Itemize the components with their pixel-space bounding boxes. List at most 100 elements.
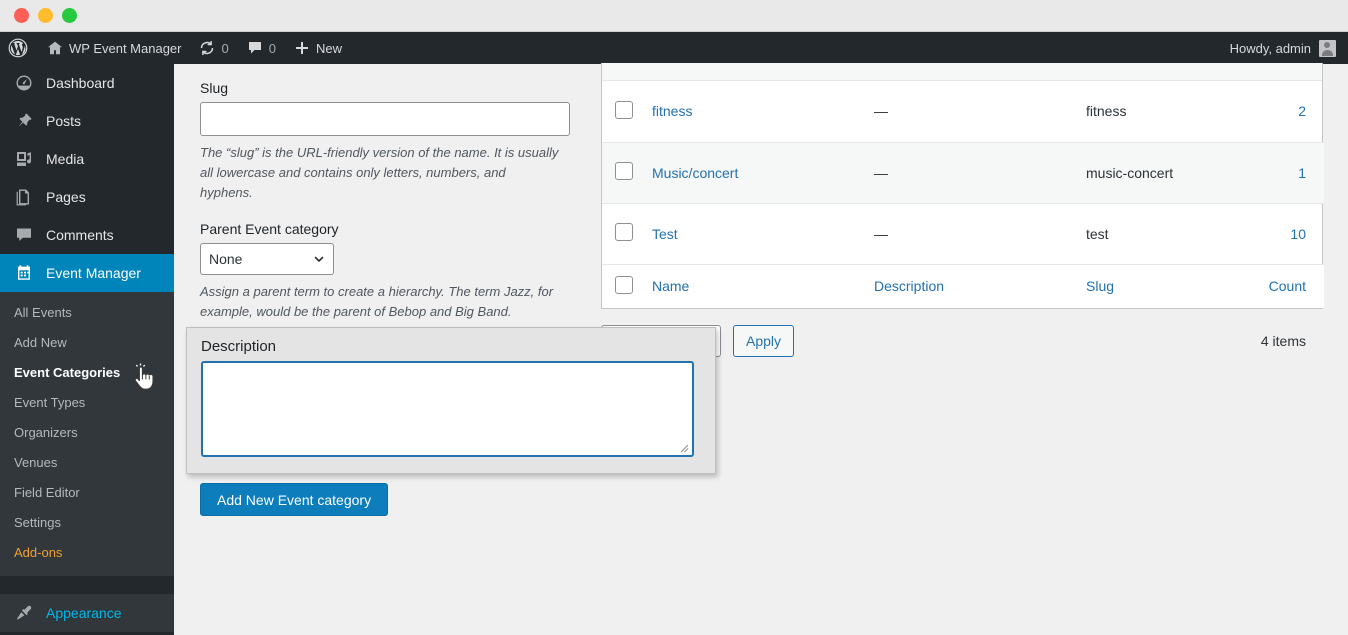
close-window-button[interactable]: [14, 8, 29, 23]
sidebar-item-event-manager[interactable]: Event Manager: [0, 254, 174, 292]
sidebar-item-label: Dashboard: [46, 75, 115, 91]
row-checkbox[interactable]: [615, 100, 633, 119]
main-content: Slug The “slug” is the URL-friendly vers…: [174, 63, 1348, 635]
row-checkbox-cell[interactable]: [602, 142, 652, 204]
home-icon: [47, 40, 63, 56]
table-row[interactable]: Test — test 10: [602, 203, 1324, 265]
pages-icon: [14, 188, 34, 206]
items-count-label: 4 items: [1260, 333, 1306, 349]
updates-icon: [199, 40, 215, 56]
app-window: WP Event Manager 0 0 New Howdy, admin Da…: [0, 0, 1348, 635]
sidebar-item-appearance[interactable]: Appearance: [0, 594, 174, 632]
sidebar-item-posts[interactable]: Posts: [0, 102, 174, 140]
sidebar-item-dashboard[interactable]: Dashboard: [0, 64, 174, 102]
updates-menu[interactable]: 0: [190, 32, 237, 64]
category-name-link[interactable]: fitness: [652, 103, 692, 119]
submenu-item-field-editor[interactable]: Field Editor: [0, 478, 174, 508]
slug-input[interactable]: [200, 102, 570, 136]
sidebar-item-comments[interactable]: Comments: [0, 216, 174, 254]
description-textarea[interactable]: [201, 361, 694, 457]
category-count-link[interactable]: 10: [1290, 226, 1306, 242]
apply-button[interactable]: Apply: [733, 325, 795, 357]
wp-admin-bar: WP Event Manager 0 0 New Howdy, admin: [0, 32, 1348, 64]
site-name-label: WP Event Manager: [69, 40, 182, 56]
column-header-slug[interactable]: Slug: [1086, 278, 1114, 294]
add-category-form: Slug The “slug” is the URL-friendly vers…: [200, 80, 596, 322]
sidebar-item-label: Event Manager: [46, 265, 141, 281]
category-slug: fitness: [1086, 81, 1256, 143]
new-content-menu[interactable]: New: [285, 32, 351, 64]
parent-category-select[interactable]: None: [200, 243, 334, 275]
table-top-spacer: [602, 63, 1322, 81]
sidebar-item-label: Media: [46, 151, 85, 167]
row-checkbox[interactable]: [615, 223, 633, 241]
admin-sidebar: Dashboard Posts Media Pages Comments Eve…: [0, 64, 174, 635]
column-header-count[interactable]: Count: [1269, 278, 1306, 294]
comments-count: 0: [268, 40, 276, 56]
category-name-link[interactable]: Music/concert: [652, 165, 738, 181]
sidebar-item-label: Comments: [46, 227, 114, 243]
slug-label: Slug: [200, 80, 229, 96]
submenu-item-organizers[interactable]: Organizers: [0, 418, 174, 448]
category-slug: test: [1086, 203, 1256, 265]
new-label: New: [315, 40, 342, 56]
slug-help-text: The “slug” is the URL-friendly version o…: [200, 145, 559, 200]
category-count-link[interactable]: 2: [1298, 103, 1306, 119]
maximize-window-button[interactable]: [62, 8, 77, 23]
wordpress-logo-menu[interactable]: [0, 32, 38, 64]
media-icon: [14, 150, 34, 168]
updates-count: 0: [221, 40, 229, 56]
minimize-window-button[interactable]: [38, 8, 53, 23]
comment-bubble-icon: [247, 40, 263, 56]
column-header-description[interactable]: Description: [874, 278, 944, 294]
comments-menu[interactable]: 0: [238, 32, 285, 64]
table-row[interactable]: fitness — fitness 2: [602, 81, 1324, 143]
add-new-event-category-button[interactable]: Add New Event category: [200, 483, 389, 516]
description-highlight-panel: Description: [186, 327, 716, 474]
comment-icon: [14, 226, 34, 244]
resize-handle-icon[interactable]: [677, 441, 689, 453]
paintbrush-icon: [14, 604, 34, 622]
sidebar-item-media[interactable]: Media: [0, 140, 174, 178]
sidebar-item-label: Appearance: [46, 605, 122, 621]
column-header-name[interactable]: Name: [652, 278, 689, 294]
pin-icon: [14, 112, 34, 130]
row-checkbox[interactable]: [615, 162, 633, 180]
submenu-item-all-events[interactable]: All Events: [0, 298, 174, 328]
parent-category-value: None: [209, 251, 243, 267]
dashboard-icon: [14, 74, 34, 92]
sidebar-item-pages[interactable]: Pages: [0, 178, 174, 216]
plus-icon: [294, 40, 310, 56]
table-row[interactable]: Music/concert — music-concert 1: [602, 142, 1324, 204]
site-name-menu[interactable]: WP Event Manager: [38, 32, 190, 64]
window-titlebar: [0, 0, 1348, 32]
wordpress-icon: [8, 38, 28, 58]
calendar-icon: [14, 264, 34, 282]
row-checkbox-cell[interactable]: [602, 81, 652, 143]
sidebar-item-label: Posts: [46, 113, 82, 129]
table-footer-row: Name Description Slug Count: [602, 263, 1324, 308]
select-all-checkbox[interactable]: [615, 275, 633, 294]
chevron-down-icon: [313, 253, 325, 265]
sidebar-main-menu: Dashboard Posts Media Pages Comments Eve…: [0, 64, 174, 292]
parent-help-text: Assign a parent term to create a hierarc…: [200, 284, 554, 319]
category-description: —: [874, 81, 1086, 143]
description-label: Description: [201, 338, 277, 355]
select-all-cell[interactable]: [602, 263, 652, 308]
category-description: —: [874, 142, 1086, 204]
category-name-link[interactable]: Test: [652, 226, 678, 242]
event-manager-submenu: All Events Add New Event Categories Even…: [0, 292, 174, 576]
howdy-label: Howdy, admin: [1229, 40, 1311, 56]
category-description: —: [874, 203, 1086, 265]
submenu-item-add-ons[interactable]: Add-ons: [0, 538, 174, 568]
categories-table: fitness — fitness 2 Music/concert — musi…: [601, 63, 1324, 309]
submenu-item-settings[interactable]: Settings: [0, 508, 174, 538]
submenu-item-add-new[interactable]: Add New: [0, 328, 174, 358]
user-avatar-icon: [1319, 39, 1336, 57]
category-count-link[interactable]: 1: [1298, 165, 1306, 181]
submenu-item-venues[interactable]: Venues: [0, 448, 174, 478]
row-checkbox-cell[interactable]: [602, 203, 652, 265]
pointing-hand-click-cursor: [128, 362, 158, 396]
account-menu[interactable]: Howdy, admin: [1229, 39, 1348, 57]
category-slug: music-concert: [1086, 142, 1256, 204]
